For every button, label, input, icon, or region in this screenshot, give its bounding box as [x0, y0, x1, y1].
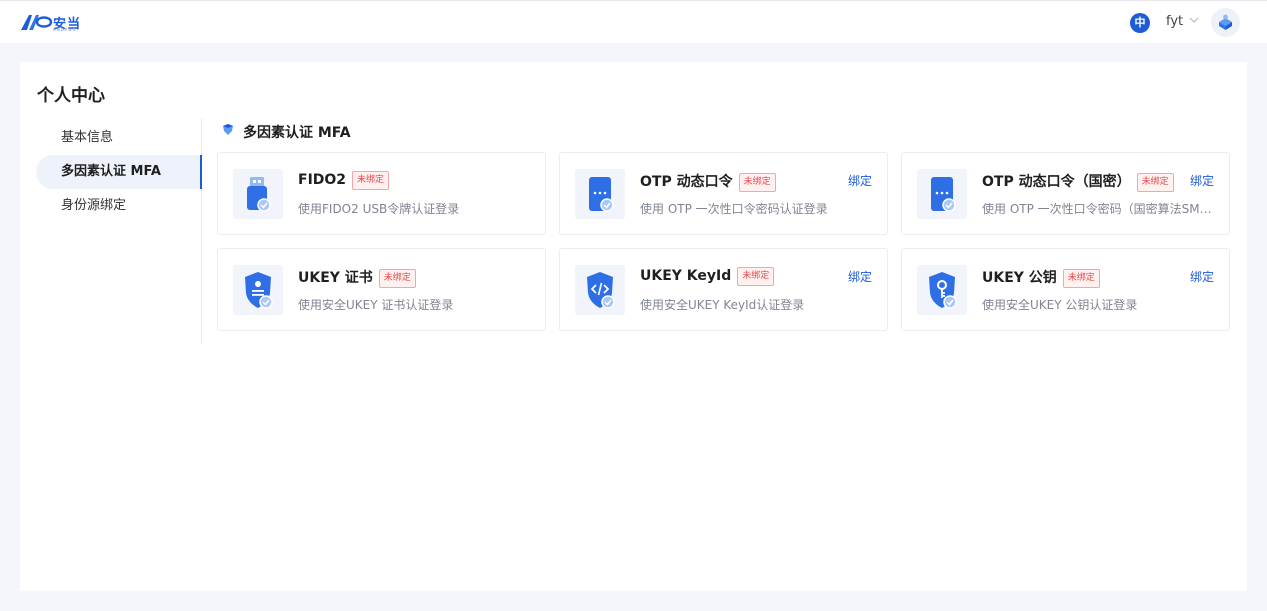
card-title: OTP 动态口令（国密） 未绑定 [982, 171, 1174, 192]
card-description: 使用安全UKEY KeyId认证登录 [640, 298, 805, 312]
card-name: OTP 动态口令（国密） [982, 174, 1131, 190]
mfa-card-ukey-keyid: UKEY KeyId 未绑定 绑定 使用安全UKEY KeyId认证登录 [559, 248, 888, 331]
active-indicator [200, 155, 202, 189]
key-shield-icon [917, 265, 967, 315]
bind-button[interactable]: 绑定 [848, 172, 872, 189]
sidebar: 基本信息 多因素认证 MFA 身份源绑定 [36, 118, 202, 344]
status-badge: 未绑定 [1136, 173, 1174, 192]
mfa-card-ukey-cert: UKEY 证书 未绑定 使用安全UKEY 证书认证登录 [217, 248, 546, 331]
avatar[interactable] [1211, 8, 1240, 37]
card-name: UKEY KeyId [640, 268, 732, 284]
page-title: 个人中心 [37, 86, 105, 106]
language-switch-button[interactable]: 中 [1130, 13, 1150, 33]
mfa-card-ukey-pubkey: UKEY 公钥 未绑定 绑定 使用安全UKEY 公钥认证登录 [901, 248, 1230, 331]
avatar-icon [1219, 14, 1232, 30]
card-name: FIDO2 [298, 172, 347, 188]
mfa-card-otp-sm: OTP 动态口令（国密） 未绑定 绑定 使用 OTP 一次性口令密码（国密算法SM… [901, 152, 1230, 235]
status-badge: 未绑定 [737, 267, 775, 286]
sidebar-item-mfa[interactable]: 多因素认证 MFA [36, 155, 202, 189]
chevron-down-icon[interactable] [1189, 15, 1199, 25]
card-title: FIDO2 未绑定 [298, 171, 390, 190]
usb-key-icon [233, 169, 283, 219]
card-name: UKEY 公钥 [982, 270, 1057, 286]
certificate-shield-icon [233, 265, 283, 315]
mfa-card-fido2: FIDO2 未绑定 使用FIDO2 USB令牌认证登录 [217, 152, 546, 235]
mfa-card-otp: OTP 动态口令 未绑定 绑定 使用 OTP 一次性口令密码认证登录 [559, 152, 888, 235]
status-badge: 未绑定 [378, 269, 416, 288]
status-badge: 未绑定 [738, 173, 776, 192]
top-bar: 安当 ANDANG 中 fyt [0, 0, 1267, 43]
card-description: 使用安全UKEY 公钥认证登录 [982, 298, 1138, 312]
logo-subtext: ANDANG [53, 27, 77, 32]
status-badge: 未绑定 [1062, 269, 1100, 288]
card-title: UKEY KeyId 未绑定 [640, 267, 775, 286]
card-name: OTP 动态口令 [640, 174, 733, 190]
otp-token-icon [575, 169, 625, 219]
main-panel: 个人中心 基本信息 多因素认证 MFA 身份源绑定 多因素认证 MFA FIDO… [20, 62, 1247, 591]
status-badge: 未绑定 [352, 171, 390, 190]
sidebar-item-identity-source[interactable]: 身份源绑定 [36, 189, 201, 223]
card-description: 使用安全UKEY 证书认证登录 [298, 298, 454, 312]
card-title: UKEY 公钥 未绑定 [982, 267, 1100, 288]
card-title: UKEY 证书 未绑定 [298, 267, 416, 288]
card-title: OTP 动态口令 未绑定 [640, 171, 776, 192]
card-description: 使用 OTP 一次性口令密码认证登录 [640, 202, 828, 216]
card-description: 使用 OTP 一次性口令密码（国密算法SM3... [982, 202, 1218, 216]
card-description: 使用FIDO2 USB令牌认证登录 [298, 202, 460, 216]
bind-button[interactable]: 绑定 [1190, 172, 1214, 189]
shield-small-icon [223, 124, 233, 135]
sidebar-item-basic-info[interactable]: 基本信息 [36, 121, 201, 155]
bind-button[interactable]: 绑定 [1190, 268, 1214, 285]
bind-button[interactable]: 绑定 [848, 268, 872, 285]
section-title: 多因素认证 MFA [243, 125, 351, 141]
otp-token-sm-icon [917, 169, 967, 219]
username-menu[interactable]: fyt [1166, 14, 1183, 29]
card-name: UKEY 证书 [298, 270, 373, 286]
sidebar-item-label: 多因素认证 MFA [61, 164, 161, 179]
code-shield-icon [575, 265, 625, 315]
